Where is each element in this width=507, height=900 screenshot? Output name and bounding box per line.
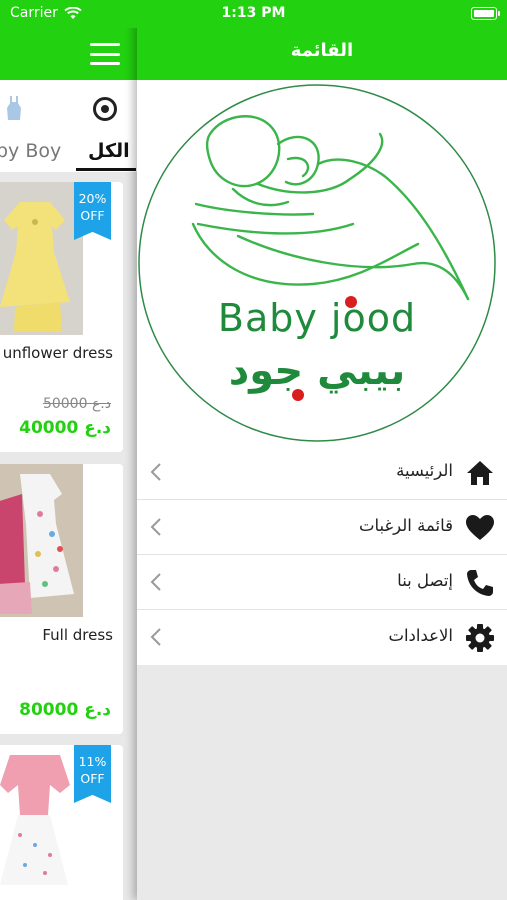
discount-badge: 20% OFF	[74, 182, 111, 240]
menu-item-label: الاعدادات	[388, 626, 453, 645]
logo-text-arabic: بيبي جود	[228, 348, 406, 394]
product-image	[0, 464, 83, 617]
status-time: 1:13 PM	[221, 5, 286, 21]
menu-icon[interactable]	[90, 43, 120, 65]
main-header	[0, 28, 137, 80]
side-drawer: القائمة Baby jood بيبي جود الرئيسية قائم…	[137, 0, 507, 900]
gear-icon	[466, 624, 494, 652]
phone-icon	[467, 570, 493, 596]
chevron-left-icon	[150, 463, 161, 481]
tab-baby-boy[interactable]: by Boy	[0, 140, 61, 162]
heart-icon	[466, 515, 494, 540]
tab-all[interactable]: الكل	[88, 140, 130, 162]
product-price: 80000 د.ع	[19, 700, 111, 720]
product-name: unflower dress	[2, 344, 113, 362]
drawer-title: القائمة	[137, 28, 507, 80]
product-card[interactable]: Full dress 80000 د.ع	[0, 464, 123, 734]
product-price: 40000 د.ع	[19, 418, 111, 438]
menu-item-label: الرئيسية	[396, 461, 453, 480]
menu-item-home[interactable]: الرئيسية	[137, 445, 507, 500]
logo-text-english: Baby jood	[217, 296, 417, 340]
old-price: 50000 د.ع	[42, 396, 111, 412]
battery-icon	[471, 7, 500, 20]
menu-item-wishlist[interactable]: قائمة الرغبات	[137, 500, 507, 555]
menu-item-contact[interactable]: إتصل بنا	[137, 555, 507, 610]
baby-jood-logo: Baby jood بيبي جود	[138, 84, 498, 442]
product-name: Full dress	[42, 626, 113, 644]
drawer-logo-area: Baby jood بيبي جود	[137, 80, 507, 445]
discount-badge: 11% OFF	[74, 745, 111, 803]
drawer-menu: الرئيسية قائمة الرغبات إتصل بنا الاعدادا…	[137, 445, 507, 665]
main-page: الكل by Boy 20% OFF unflower dress 50000…	[0, 0, 137, 900]
product-image	[0, 182, 83, 335]
tab-indicator	[76, 168, 136, 171]
category-tabs: الكل by Boy	[0, 80, 137, 172]
romper-icon[interactable]	[6, 96, 22, 122]
chevron-left-icon	[150, 573, 161, 591]
menu-item-label: قائمة الرغبات	[358, 516, 453, 535]
product-image	[0, 745, 83, 898]
target-icon[interactable]	[93, 97, 117, 121]
chevron-left-icon	[150, 628, 161, 646]
chevron-left-icon	[150, 518, 161, 536]
menu-item-settings[interactable]: الاعدادات	[137, 610, 507, 665]
home-icon	[467, 461, 493, 485]
product-card[interactable]: 11% OFF	[0, 745, 123, 900]
status-bar: Carrier 1:13 PM	[0, 0, 507, 28]
menu-item-label: إتصل بنا	[397, 571, 453, 590]
product-card[interactable]: 20% OFF unflower dress 50000 د.ع 40000 د…	[0, 182, 123, 452]
